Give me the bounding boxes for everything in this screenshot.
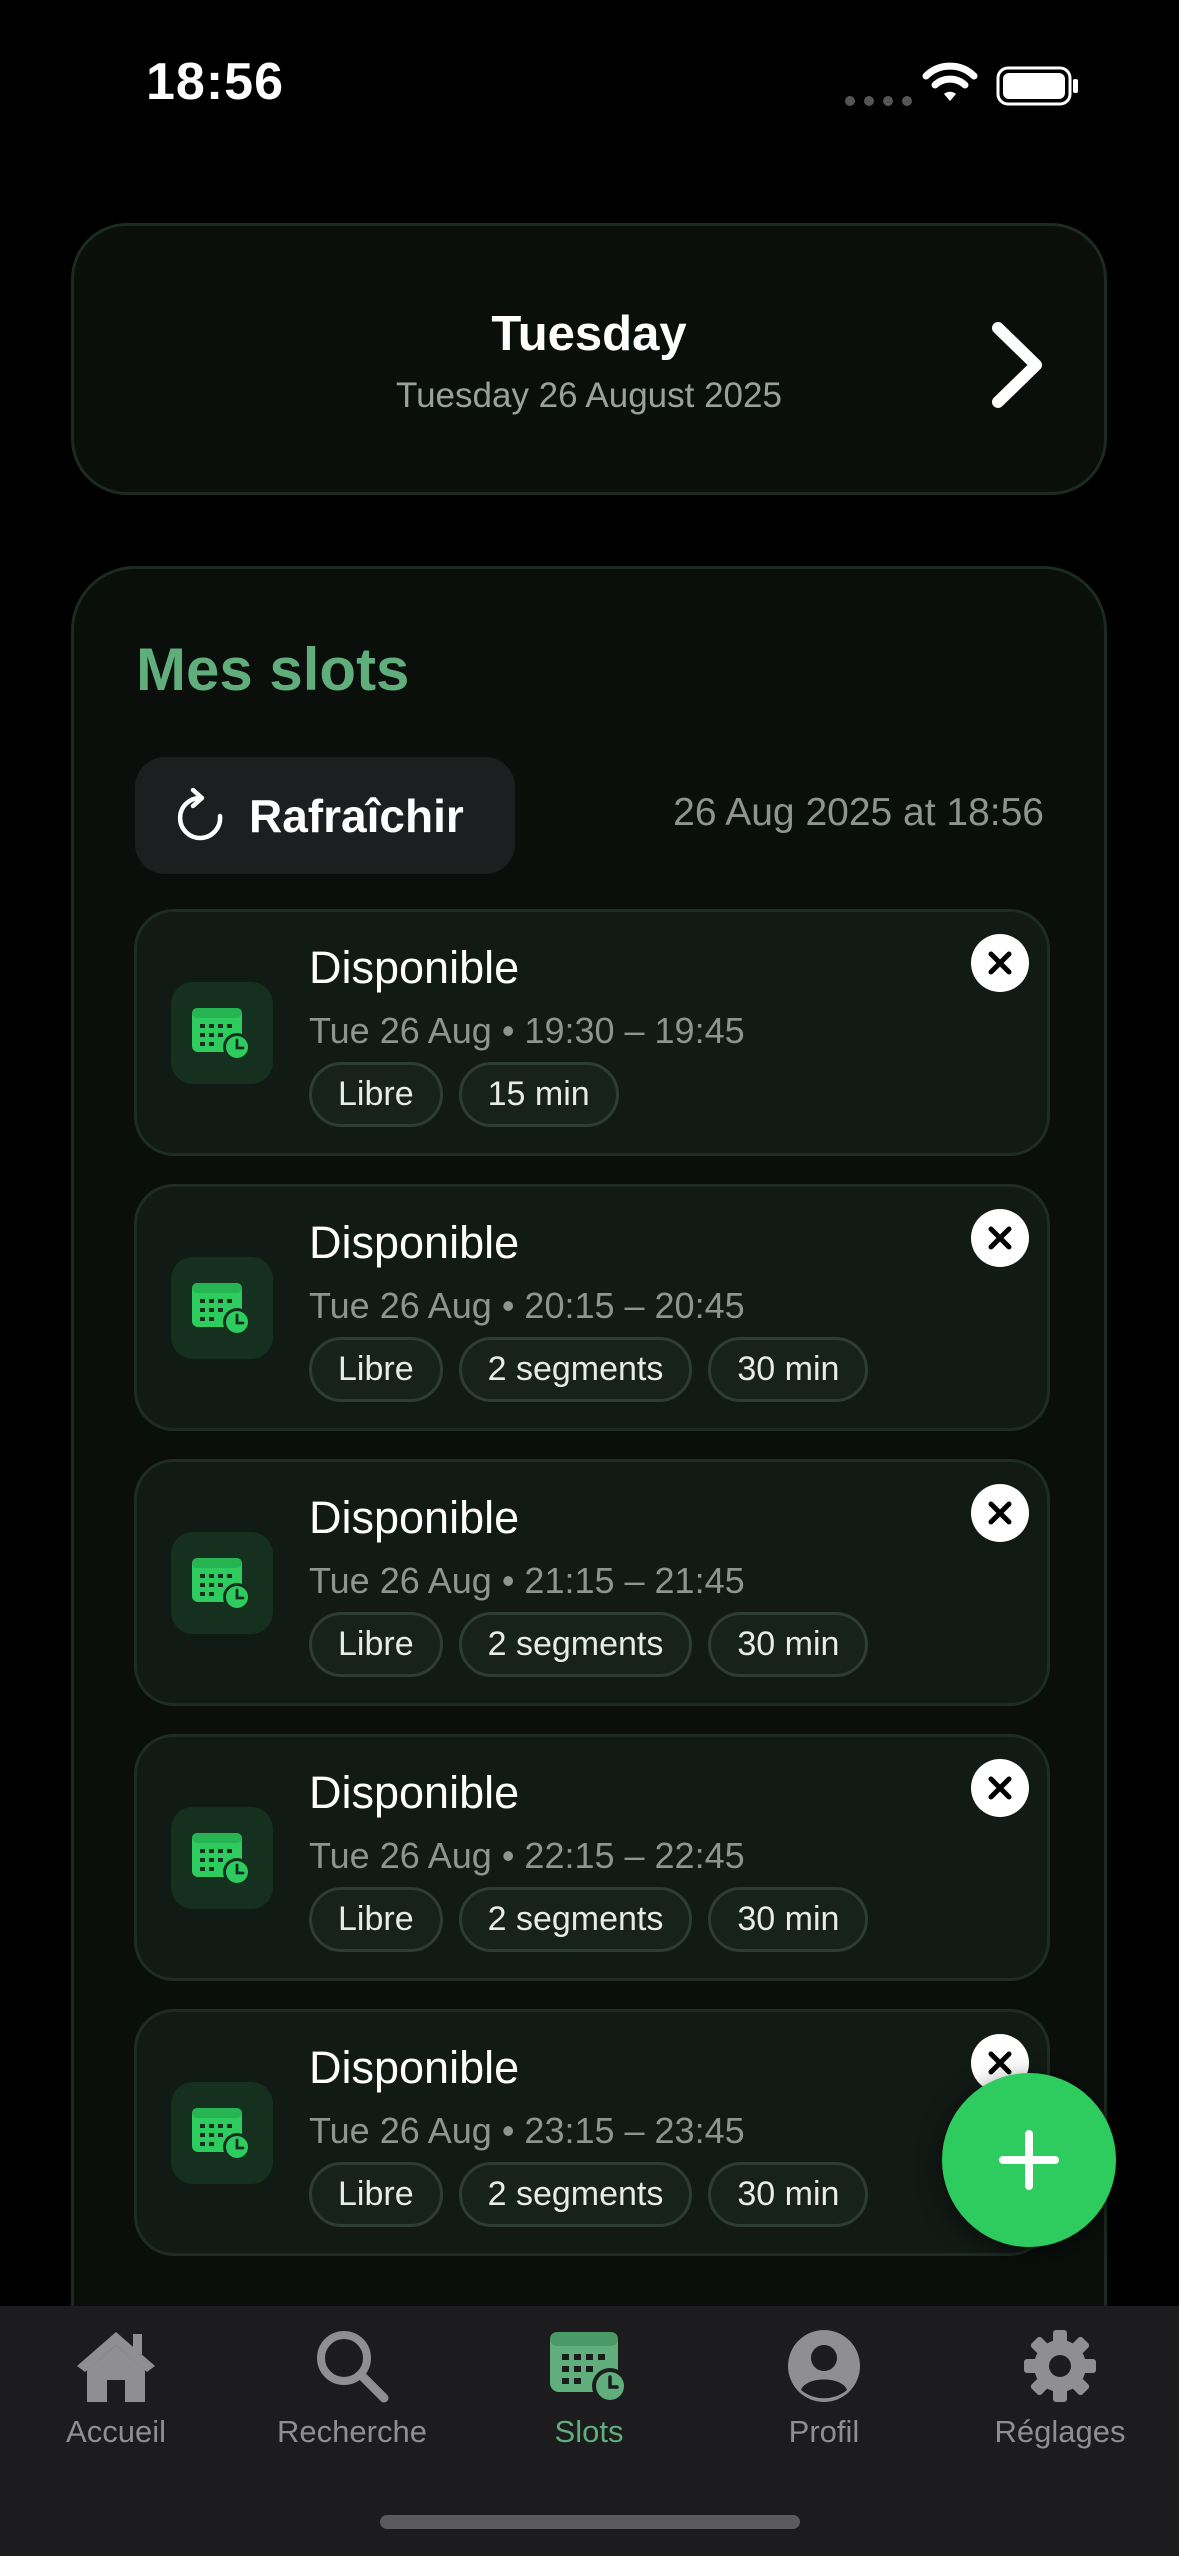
battery-icon bbox=[996, 66, 1078, 106]
plus-icon bbox=[999, 2130, 1059, 2190]
slot-tag: 2 segments bbox=[458, 1612, 693, 1677]
tab-accueil[interactable]: Accueil bbox=[6, 2326, 226, 2450]
slot-time: Tue 26 Aug • 19:30 – 19:45 bbox=[309, 1010, 745, 1051]
slot-tags: Libre 2 segments 30 min bbox=[309, 1612, 869, 1677]
slot-time: Tue 26 Aug • 20:15 – 20:45 bbox=[309, 1285, 745, 1326]
tab-label: Recherche bbox=[277, 2414, 427, 2449]
day-title: Tuesday bbox=[491, 307, 687, 361]
slot-tag: 30 min bbox=[708, 2162, 869, 2227]
slot-title: Disponible bbox=[309, 2042, 520, 2093]
slot-tag: 30 min bbox=[708, 1337, 869, 1402]
slot-time: Tue 26 Aug • 23:15 – 23:45 bbox=[309, 2110, 745, 2151]
remove-slot-button[interactable] bbox=[971, 934, 1029, 992]
status-bar: 18:56 bbox=[0, 0, 1179, 170]
slot-time: Tue 26 Aug • 22:15 – 22:45 bbox=[309, 1835, 745, 1876]
slot-tag: 2 segments bbox=[458, 1887, 693, 1952]
slot-title: Disponible bbox=[309, 942, 520, 993]
tab-label: Accueil bbox=[66, 2414, 166, 2449]
calendar-clock-icon bbox=[192, 1558, 251, 1611]
slot-title: Disponible bbox=[309, 1492, 520, 1543]
wifi-icon bbox=[922, 62, 978, 101]
tab-recherche[interactable]: Recherche bbox=[242, 2326, 462, 2450]
house-icon bbox=[77, 2332, 155, 2402]
tab-label: Profil bbox=[788, 2414, 860, 2449]
tab-label: Réglages bbox=[994, 2414, 1126, 2449]
search-icon bbox=[317, 2331, 389, 2403]
close-icon bbox=[988, 2051, 1012, 2075]
slot-card[interactable]: Disponible Tue 26 Aug • 19:30 – 19:45 Li… bbox=[134, 909, 1050, 1156]
person-icon bbox=[788, 2330, 860, 2402]
refresh-button[interactable]: Rafraîchir bbox=[135, 757, 515, 874]
remove-slot-button[interactable] bbox=[971, 1484, 1029, 1542]
refresh-icon bbox=[177, 787, 223, 840]
slot-tag: 2 segments bbox=[458, 2162, 693, 2227]
calendar-clock-icon bbox=[192, 2108, 251, 2161]
section-title: Mes slots bbox=[136, 636, 410, 703]
slot-icon-badge bbox=[171, 1532, 273, 1634]
tab-reglages[interactable]: Réglages bbox=[950, 2326, 1170, 2450]
tab-slots[interactable]: Slots bbox=[479, 2326, 699, 2450]
slot-card[interactable]: Disponible Tue 26 Aug • 23:15 – 23:45 Li… bbox=[134, 2009, 1050, 2256]
remove-slot-button[interactable] bbox=[971, 1209, 1029, 1267]
slot-icon-badge bbox=[171, 1257, 273, 1359]
calendar-clock-icon bbox=[192, 1833, 251, 1886]
slot-icon-badge bbox=[171, 2082, 273, 2184]
day-subtitle: Tuesday 26 August 2025 bbox=[396, 376, 782, 415]
home-indicator bbox=[380, 2515, 800, 2529]
slot-title: Disponible bbox=[309, 1767, 520, 1818]
close-icon bbox=[988, 1776, 1012, 1800]
close-icon bbox=[988, 1226, 1012, 1250]
slot-tag: Libre bbox=[309, 1612, 443, 1677]
slot-tags: Libre 2 segments 30 min bbox=[309, 1337, 869, 1402]
gear-icon bbox=[1024, 2330, 1096, 2402]
slot-icon-badge bbox=[171, 982, 273, 1084]
remove-slot-button[interactable] bbox=[971, 1759, 1029, 1817]
slots-section: Mes slots Rafraîchir 26 Aug 2025 at 18:5… bbox=[71, 566, 1107, 2556]
refresh-label: Rafraîchir bbox=[249, 789, 464, 842]
last-refreshed-timestamp: 26 Aug 2025 at 18:56 bbox=[673, 791, 1044, 834]
close-icon bbox=[988, 1501, 1012, 1525]
tab-bar: Accueil Recherche Slots Profil Réglages bbox=[0, 2306, 1179, 2556]
slot-tag: Libre bbox=[309, 1337, 443, 1402]
cellular-signal-icon bbox=[845, 96, 912, 106]
add-slot-button[interactable] bbox=[942, 2073, 1116, 2247]
calendar-clock-icon bbox=[192, 1283, 251, 1336]
slot-tag: 15 min bbox=[458, 1062, 619, 1127]
slot-icon-badge bbox=[171, 1807, 273, 1909]
slot-tags: Libre 15 min bbox=[309, 1062, 619, 1127]
slot-tag: 30 min bbox=[708, 1887, 869, 1952]
slot-title: Disponible bbox=[309, 1217, 520, 1268]
status-time: 18:56 bbox=[146, 53, 284, 111]
slot-time: Tue 26 Aug • 21:15 – 21:45 bbox=[309, 1560, 745, 1601]
slot-tag: 2 segments bbox=[458, 1337, 693, 1402]
slot-card[interactable]: Disponible Tue 26 Aug • 20:15 – 20:45 Li… bbox=[134, 1184, 1050, 1431]
close-icon bbox=[988, 951, 1012, 975]
slot-tag: Libre bbox=[309, 2162, 443, 2227]
tab-label: Slots bbox=[554, 2414, 624, 2449]
slot-tag: Libre bbox=[309, 1887, 443, 1952]
slot-tags: Libre 2 segments 30 min bbox=[309, 1887, 869, 1952]
slot-card[interactable]: Disponible Tue 26 Aug • 21:15 – 21:45 Li… bbox=[134, 1459, 1050, 1706]
calendar-clock-icon bbox=[192, 1008, 251, 1061]
slot-tag: 30 min bbox=[708, 1612, 869, 1677]
calendar-clock-icon bbox=[550, 2332, 628, 2404]
tab-profil[interactable]: Profil bbox=[714, 2326, 934, 2450]
chevron-right-icon[interactable] bbox=[986, 320, 1046, 410]
slot-tag: Libre bbox=[309, 1062, 443, 1127]
slot-card[interactable]: Disponible Tue 26 Aug • 22:15 – 22:45 Li… bbox=[134, 1734, 1050, 1981]
slot-tags: Libre 2 segments 30 min bbox=[309, 2162, 869, 2227]
day-header-card: Tuesday Tuesday 26 August 2025 bbox=[71, 223, 1107, 495]
